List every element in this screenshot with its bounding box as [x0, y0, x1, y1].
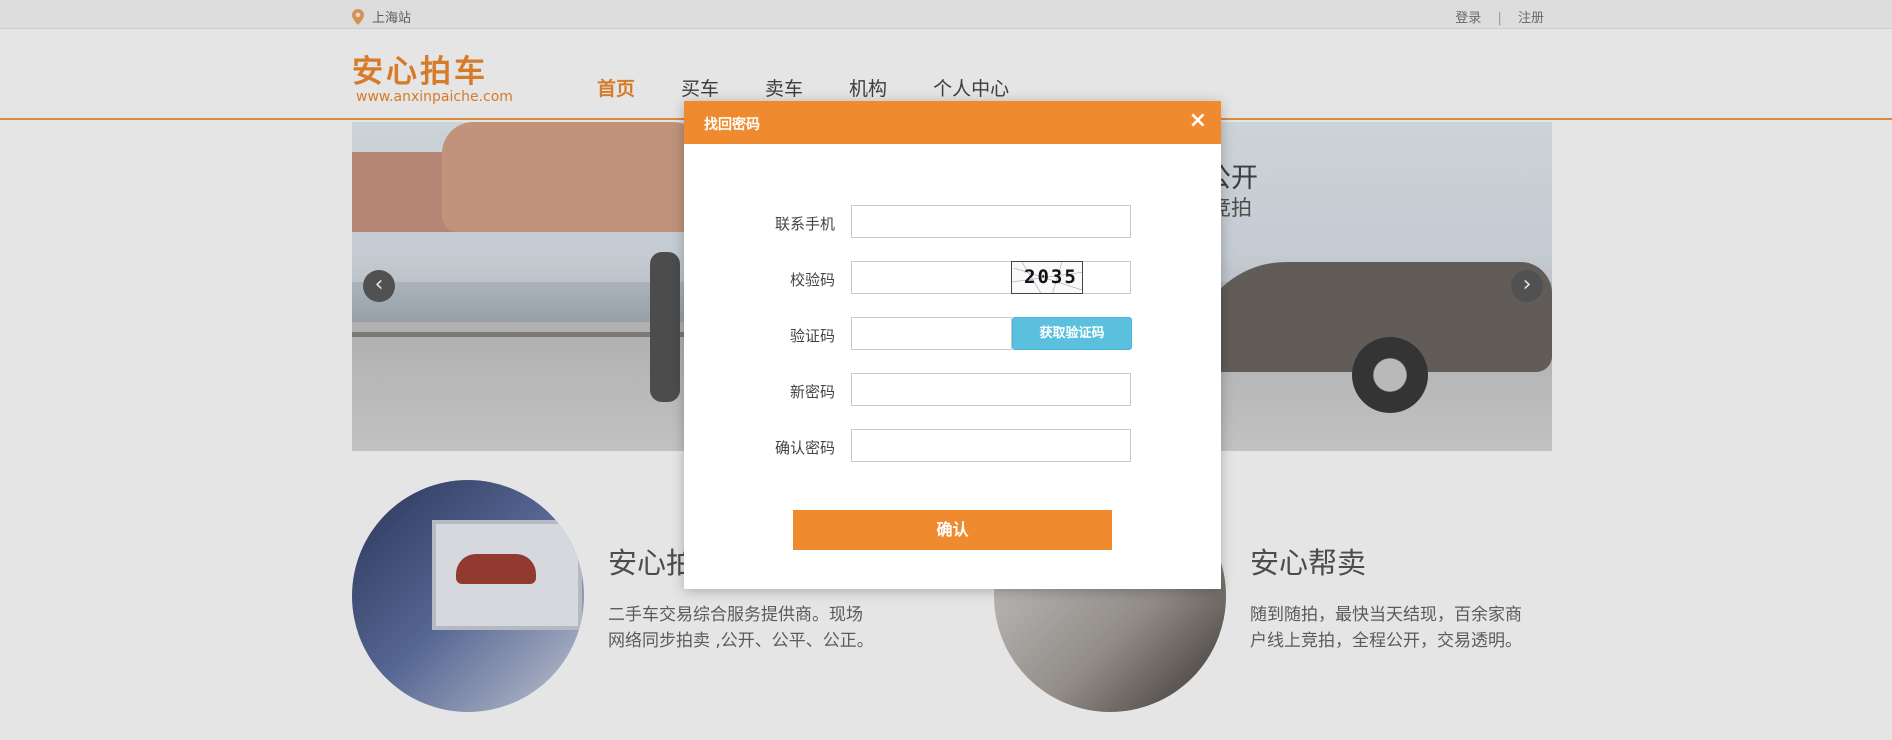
- captcha-row: 校验码 2035: [684, 261, 1221, 295]
- new-password-input[interactable]: [851, 373, 1131, 406]
- reset-password-dialog: 找回密码 × 联系手机 校验码 2035 验证码 获取验证码 新密码 确认密码 …: [684, 101, 1221, 589]
- sms-code-input[interactable]: [851, 317, 1012, 350]
- dialog-header: 找回密码 ×: [684, 101, 1221, 144]
- confirm-password-input[interactable]: [851, 429, 1131, 462]
- captcha-code: 2035: [1024, 266, 1078, 288]
- captcha-input[interactable]: [851, 261, 1131, 294]
- captcha-label: 校验码: [789, 271, 835, 289]
- get-sms-code-button[interactable]: 获取验证码: [1012, 317, 1132, 350]
- dialog-title: 找回密码: [704, 117, 760, 133]
- new-password-row: 新密码: [684, 373, 1221, 407]
- sms-code-label: 验证码: [789, 327, 835, 345]
- new-password-label: 新密码: [789, 383, 835, 401]
- confirm-password-row: 确认密码: [684, 429, 1221, 463]
- phone-label: 联系手机: [774, 215, 835, 233]
- phone-input[interactable]: [851, 205, 1131, 238]
- phone-row: 联系手机: [684, 205, 1221, 239]
- close-icon[interactable]: ×: [1189, 109, 1207, 133]
- confirm-password-label: 确认密码: [774, 439, 835, 457]
- captcha-image[interactable]: 2035: [1011, 261, 1083, 294]
- confirm-button[interactable]: 确认: [793, 510, 1112, 550]
- sms-code-row: 验证码 获取验证码: [684, 317, 1221, 351]
